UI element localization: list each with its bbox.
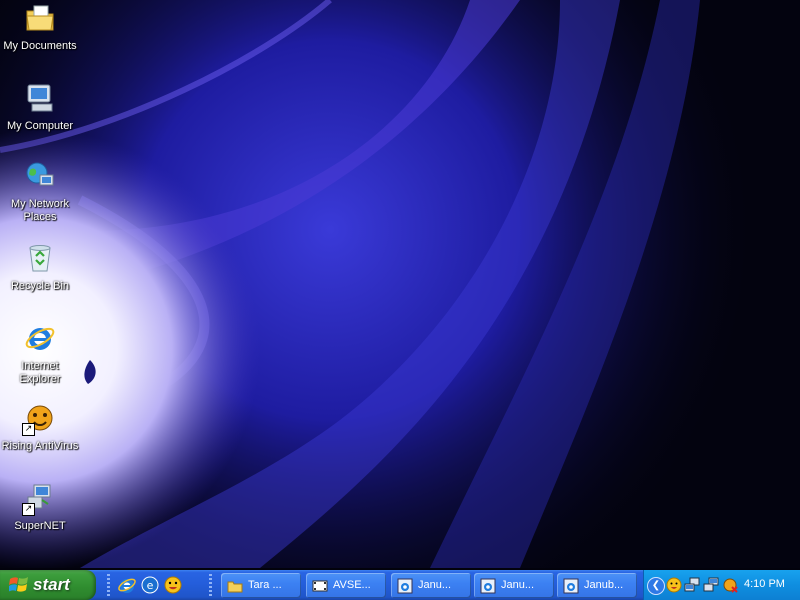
task-button[interactable]: AVSE... <box>306 573 386 598</box>
start-label: start <box>33 575 70 594</box>
desktop-icon-label: Recycle Bin <box>10 280 70 292</box>
messenger-icon <box>164 576 182 594</box>
shortcut-arrow-icon: ↗ <box>22 503 35 516</box>
desktop-icon-label: SuperNET <box>14 520 66 532</box>
tray-icon-network[interactable] <box>684 577 700 593</box>
network-icon <box>703 577 719 592</box>
desktop-wallpaper <box>0 0 800 568</box>
rising-antivirus-icon <box>723 578 738 593</box>
windows-logo-icon <box>9 577 28 592</box>
taskbar: start e Tara ... AVSE... Janu... Janu...… <box>0 570 800 600</box>
task-label: AVSE... <box>333 579 371 591</box>
desktop-icon-rising-antivirus[interactable]: ↗ Rising AntiVirus <box>0 402 80 453</box>
desktop-icon-label: Rising AntiVirus <box>1 440 79 452</box>
supernet-icon: ↗ <box>22 482 56 516</box>
computer-icon <box>24 82 56 114</box>
network-places-icon <box>24 160 56 192</box>
tray-icon-rising-antivirus[interactable] <box>722 577 738 593</box>
quick-launch-internet-explorer[interactable] <box>117 575 137 595</box>
task-button[interactable]: Janub... <box>557 573 637 598</box>
desktop-icon-supernet[interactable]: ↗ SuperNET <box>0 482 80 533</box>
desktop-icon-label: My Documents <box>3 40 77 52</box>
desktop-icon-label: Internet Explorer <box>19 360 61 385</box>
toolbar-grip[interactable] <box>209 574 212 596</box>
task-button[interactable]: Tara ... <box>221 573 301 598</box>
task-label: Janu... <box>501 579 535 591</box>
desktop-icon-label: My Network Places <box>10 198 70 223</box>
clock[interactable]: 4:10 PM <box>744 578 785 590</box>
task-button[interactable]: Janu... <box>474 573 554 598</box>
folder-icon <box>227 578 243 594</box>
internet-explorer-icon <box>118 578 136 593</box>
system-tray: ❮ 4:10 PM <box>643 570 800 600</box>
tray-icon-messenger[interactable] <box>666 577 682 593</box>
folder-documents-icon <box>24 2 56 34</box>
recycle-bin-icon <box>24 242 56 274</box>
svg-text:e: e <box>147 579 154 592</box>
internet-explorer-icon <box>24 322 56 354</box>
outlook-express-icon: e <box>141 576 159 594</box>
desktop-icon-my-documents[interactable]: My Documents <box>0 2 80 53</box>
quick-launch-outlook-express[interactable]: e <box>140 575 160 595</box>
chevron-left-icon: ❮ <box>651 580 661 591</box>
messenger-icon <box>666 577 682 593</box>
task-button[interactable]: Janu... <box>391 573 471 598</box>
desktop-icon-recycle-bin[interactable]: Recycle Bin <box>0 242 80 293</box>
tray-icon-network-2[interactable] <box>703 577 719 593</box>
shortcut-arrow-icon: ↗ <box>22 423 35 436</box>
quick-launch-messenger[interactable] <box>163 575 183 595</box>
task-label: Tara ... <box>248 579 282 591</box>
network-icon <box>684 577 700 592</box>
internet-explorer-icon <box>397 578 413 594</box>
video-editor-icon <box>312 578 328 594</box>
show-hidden-icons-button[interactable]: ❮ <box>647 577 665 595</box>
toolbar-grip[interactable] <box>107 574 110 596</box>
desktop-icon-my-computer[interactable]: My Computer <box>0 82 80 133</box>
desktop-icon-my-network-places[interactable]: My Network Places <box>0 160 80 224</box>
task-label: Janub... <box>584 579 624 591</box>
internet-explorer-icon <box>480 578 496 594</box>
rising-antivirus-icon: ↗ <box>22 402 56 436</box>
start-button[interactable]: start <box>0 570 96 600</box>
task-label: Janu... <box>418 579 452 591</box>
internet-explorer-icon <box>563 578 579 594</box>
desktop-icon-internet-explorer[interactable]: Internet Explorer <box>0 322 80 386</box>
desktop-icon-label: My Computer <box>6 120 74 132</box>
